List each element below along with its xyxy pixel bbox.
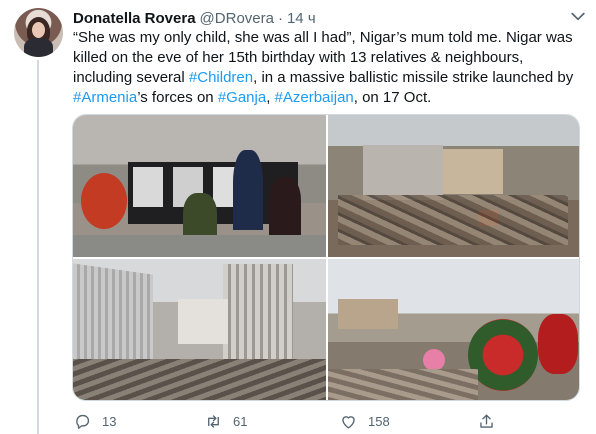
reply-count: 13 [102, 414, 117, 429]
hashtag-link[interactable]: #Azerbaijan [275, 89, 354, 106]
tweet-text-part: ’s forces on [137, 89, 218, 106]
photo-collapsed-room[interactable] [73, 259, 326, 400]
tweet-header: Donatella Rovera @DRovera · 14 ч [73, 8, 586, 28]
thread-line [37, 60, 39, 434]
hashtag-link[interactable]: #Ganja [218, 89, 266, 106]
media-grid [72, 114, 580, 401]
share-icon [480, 414, 493, 428]
like-count: 158 [368, 414, 390, 429]
hashtag-link[interactable]: #Armenia [73, 89, 137, 106]
photo-destroyed-house[interactable] [328, 115, 579, 257]
tweet-text-part: , on 17 Oct. [353, 89, 432, 106]
photo-memorial[interactable] [73, 115, 326, 257]
retweet-count: 61 [233, 414, 248, 429]
author-name[interactable]: Donatella Rovera [73, 10, 196, 27]
photo-flowers-rubble[interactable] [328, 259, 579, 400]
reply-button[interactable]: 13 [73, 412, 116, 431]
reply-icon [76, 414, 90, 429]
retweet-icon [208, 415, 219, 428]
avatar[interactable] [14, 8, 63, 57]
avatar-body [24, 38, 53, 57]
hashtag-link[interactable]: #Children [189, 69, 253, 86]
action-bar: 13 61 158 [73, 408, 505, 434]
tweet-text: “She was my only child, she was all I ha… [73, 28, 578, 108]
author-handle[interactable]: @DRovera [200, 10, 274, 27]
retweet-button[interactable]: 61 [204, 412, 247, 431]
separator-dot: · [277, 9, 283, 27]
tweet-text-part: , in a massive ballistic missile strike … [253, 69, 574, 86]
like-icon [342, 416, 355, 429]
like-button[interactable]: 158 [339, 412, 390, 431]
share-button[interactable] [477, 412, 496, 431]
avatar-face [32, 22, 45, 38]
tweet-time[interactable]: 14 ч [287, 10, 316, 27]
tweet-text-part: , [266, 89, 275, 106]
chevron-down-icon[interactable] [568, 6, 588, 26]
